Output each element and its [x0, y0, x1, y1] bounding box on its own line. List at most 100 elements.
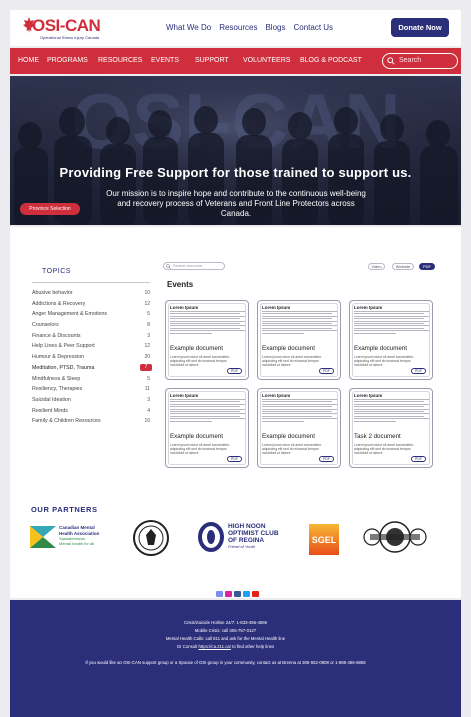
topics-heading: TOPICS — [42, 268, 71, 275]
topic-item[interactable]: Resiliency, Therapies 11 — [32, 385, 150, 394]
topic-item[interactable]: Abusive behavior 10 — [32, 289, 150, 298]
topic-item[interactable]: Finance & Discounts 3 — [32, 332, 150, 341]
donate-button[interactable]: Donate Now — [391, 18, 449, 37]
topnav-resources[interactable]: Resources — [219, 23, 257, 32]
card-type-pill: PDF — [227, 368, 242, 374]
youtube-icon[interactable] — [252, 591, 259, 597]
partner-cmha-logo[interactable]: Canadian Mental Health Association Saska… — [30, 524, 112, 552]
topic-label: Abusive behavior — [32, 290, 73, 296]
card-body-text — [354, 311, 430, 335]
optimist-line1: HIGH NOON — [228, 523, 266, 530]
logo-wordmark: OSI-CAN — [32, 16, 101, 35]
hero-subtitle: Our mission is to inspire hope and contr… — [106, 189, 366, 218]
topic-label: Anger Management & Emotions — [32, 311, 108, 317]
topic-item-active[interactable]: Meditation, PTSD, Trauma 7 — [32, 364, 152, 373]
filter-website[interactable]: Website — [392, 263, 414, 270]
partner-optimist-club-logo[interactable]: HIGH NOON OPTIMIST CLUB OF REGINA Friend… — [198, 520, 286, 558]
topic-item[interactable]: Suicidal Ideation 3 — [32, 396, 150, 405]
topic-label: Mindfulness & Sleep — [32, 376, 81, 382]
topic-label: Family & Children Resources — [32, 418, 101, 424]
topic-label: Resiliency, Therapies — [32, 386, 83, 392]
resource-card[interactable]: Lorem Ipsum Task 2 document Lorem ipsum … — [349, 388, 433, 468]
filter-video[interactable]: Video — [368, 263, 385, 270]
topic-count: 8 — [147, 322, 150, 328]
topic-item[interactable]: Humour & Depression 20 — [32, 353, 150, 362]
nav-events[interactable]: EVENTS — [151, 57, 179, 64]
top-navigation: What We Do Resources Blogs Contact Us — [166, 23, 333, 32]
hero-title: Providing Free Support for those trained… — [59, 165, 412, 180]
card-description: Lorem ipsum dolor sit amet consectetur a… — [262, 443, 322, 455]
topic-item[interactable]: Family & Children Resources 16 — [32, 417, 150, 426]
card-description: Lorem ipsum dolor sit amet consectetur a… — [170, 443, 230, 455]
topic-item[interactable]: Anger Management & Emotions 5 — [32, 310, 150, 319]
nav-resources[interactable]: RESOURCES — [98, 57, 142, 64]
card-body-text — [170, 311, 246, 335]
discord-icon[interactable] — [216, 591, 223, 597]
province-selection-button[interactable]: Province Selection — [20, 203, 80, 215]
card-title: Task 2 document — [354, 433, 401, 440]
site-header: OSI-CAN Operational Stress Injury Canada… — [10, 10, 461, 46]
card-type-pill: PDF — [227, 456, 242, 462]
nav-programs[interactable]: PROGRAMS — [47, 57, 88, 64]
resource-card[interactable]: Lorem Ipsum Example document Lorem ipsum… — [257, 388, 341, 468]
card-heading: Lorem Ipsum — [354, 305, 383, 310]
card-type-pill: PDF — [411, 368, 426, 374]
nav-blog-podcast[interactable]: BLOG & PODCAST — [300, 57, 362, 64]
topic-count: 3 — [147, 397, 150, 403]
site-footer — [10, 600, 461, 717]
topic-item[interactable]: Counselors 8 — [32, 321, 150, 330]
topic-item[interactable]: Addictions & Recovery 12 — [32, 300, 150, 309]
topnav-blogs[interactable]: Blogs — [265, 23, 285, 32]
nav-home[interactable]: HOME — [18, 57, 39, 64]
resource-search-input[interactable]: Search resource — [163, 262, 225, 270]
footer-consult-suffix: to find other help lines — [230, 644, 275, 649]
partners-heading: OUR PARTNERS — [31, 505, 98, 514]
resource-search-placeholder: Search resource — [173, 263, 203, 268]
topic-count: 12 — [144, 343, 150, 349]
osi-can-logo[interactable]: OSI-CAN Operational Stress Injury Canada — [22, 16, 118, 42]
topic-item[interactable]: Help Lines & Peer Support 12 — [32, 342, 150, 351]
partner-seals-logo[interactable] — [362, 520, 428, 554]
card-body-text — [262, 311, 338, 335]
site-search-input[interactable]: Search — [382, 53, 458, 69]
topnav-contact-us[interactable]: Contact Us — [293, 23, 333, 32]
main-navigation: HOME PROGRAMS RESOURCES EVENTS SUPPORT V… — [10, 48, 461, 74]
topic-label: Counselors — [32, 322, 59, 328]
topic-label: Humour & Depression — [32, 354, 85, 360]
facebook-icon[interactable] — [234, 591, 241, 597]
twitter-icon[interactable] — [243, 591, 250, 597]
resource-card[interactable]: Lorem Ipsum Example document Lorem ipsum… — [257, 300, 341, 380]
topic-item[interactable]: Resilient Minds 4 — [32, 407, 150, 416]
page: OSI-CAN Operational Stress Injury Canada… — [0, 0, 471, 717]
card-heading: Lorem Ipsum — [170, 393, 199, 398]
topic-item[interactable]: Mindfulness & Sleep 5 — [32, 375, 150, 384]
topic-count: 5 — [147, 376, 150, 382]
cmha-line4: Mental health for all — [59, 541, 94, 546]
topnav-what-we-do[interactable]: What We Do — [166, 23, 211, 32]
partner-sgel-logo[interactable]: SGEL — [309, 524, 339, 555]
topic-label: Suicidal Ideation — [32, 397, 71, 403]
topic-count: 3 — [147, 333, 150, 339]
card-description: Lorem ipsum dolor sit amet consectetur a… — [170, 355, 230, 367]
resource-card[interactable]: Lorem Ipsum Example document Lorem ipsum… — [349, 300, 433, 380]
topic-label: Help Lines & Peer Support — [32, 343, 95, 349]
footer-211-link[interactable]: https://ca.211.ca/ — [199, 644, 231, 649]
card-type-pill: PDF — [319, 368, 334, 374]
nav-volunteers[interactable]: VOLUNTEERS — [243, 57, 290, 64]
footer-consult-prefix: Or Consult — [176, 644, 199, 649]
topic-count: 4 — [147, 408, 150, 414]
topics-divider — [32, 282, 150, 283]
resource-card[interactable]: Lorem Ipsum Example document Lorem ipsum… — [165, 388, 249, 468]
nav-support[interactable]: SUPPORT — [195, 57, 229, 64]
card-heading: Lorem Ipsum — [262, 305, 291, 310]
instagram-icon[interactable] — [225, 591, 232, 597]
topic-count: 11 — [144, 386, 150, 392]
optimist-line4: Friend of Youth — [228, 544, 256, 549]
card-title: Example document — [262, 345, 315, 352]
search-icon — [387, 57, 395, 65]
card-description: Lorem ipsum dolor sit amet consectetur a… — [354, 443, 414, 455]
partner-crest-logo[interactable] — [132, 519, 170, 557]
footer-mental-health: Mental Health Calls: call 811 and ask fo… — [165, 636, 286, 641]
filter-pdf[interactable]: PDF — [419, 263, 435, 270]
resource-card[interactable]: Lorem Ipsum Example document Lorem ipsum… — [165, 300, 249, 380]
